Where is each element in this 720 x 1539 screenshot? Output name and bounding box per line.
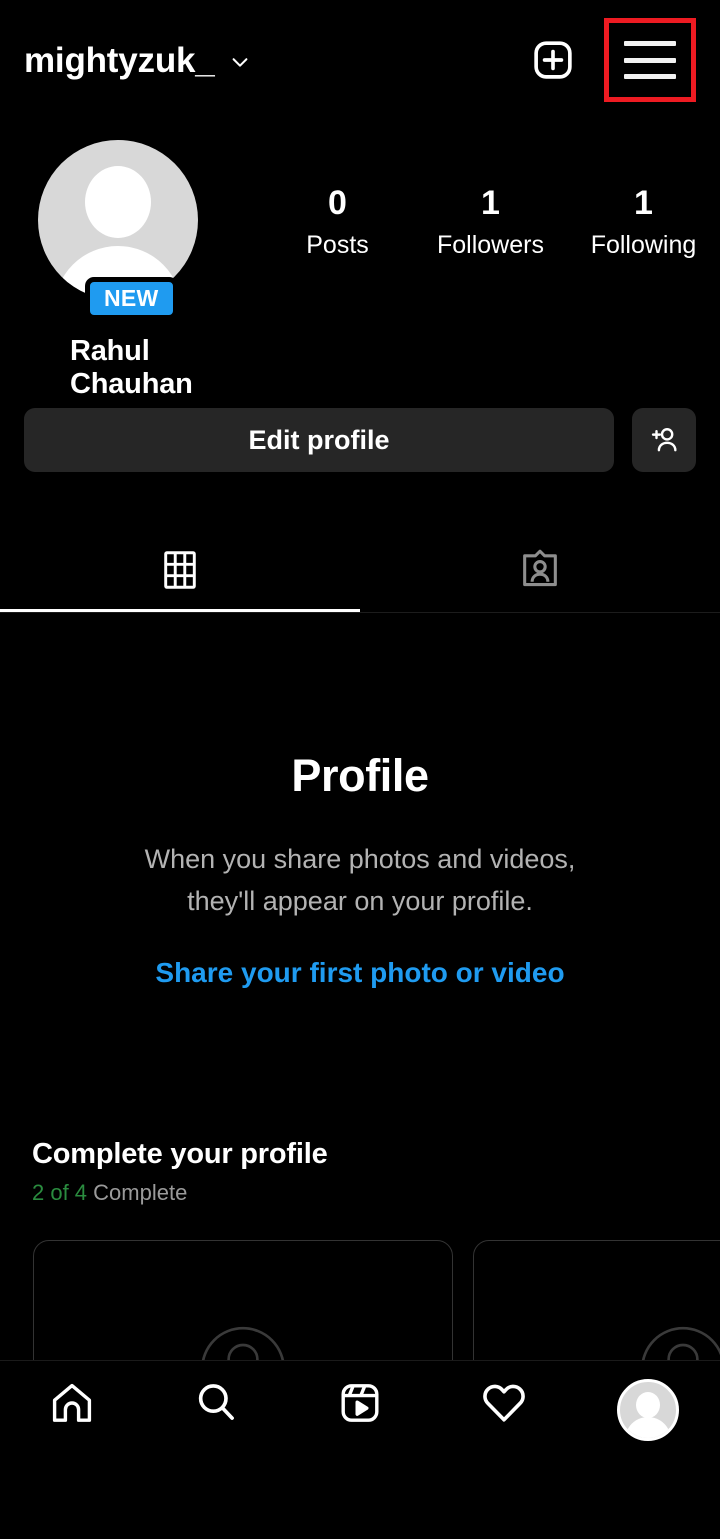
share-first-photo-link[interactable]: Share your first photo or video [155,957,564,989]
progress-word: Complete [93,1180,188,1205]
add-person-button[interactable] [632,408,696,472]
app-header: mightyzuk_ [0,0,720,120]
stat-followers-value: 1 [481,184,500,222]
nav-item-profile[interactable] [576,1379,720,1441]
chevron-down-icon[interactable] [229,51,251,73]
stat-followers[interactable]: 1 Followers [414,182,567,265]
nav-item-home[interactable] [0,1379,144,1427]
tabs-divider [0,612,720,613]
stat-following-label: Following [590,230,697,259]
empty-state-title: Profile [291,750,429,801]
account-switcher[interactable]: mightyzuk_ [24,43,251,78]
profile-actions: Edit profile [0,408,720,472]
tab-grid[interactable] [0,528,360,612]
profile-summary: NEW Rahul Chauhan 0 Posts 1 Followers 1 … [0,140,720,400]
empty-state-description: When you share photos and videos, they'l… [0,839,720,923]
empty-state-description-line2: they'll appear on your profile. [187,885,533,916]
stat-posts-value: 0 [328,184,347,222]
stat-posts-label: Posts [306,230,369,259]
nav-item-activity[interactable] [432,1379,576,1427]
nav-avatar-body [625,1417,671,1438]
instagram-profile-screen: mightyzuk_ NEW Rahul Chauhan 0 Posts 1 F… [0,0,720,1539]
complete-profile-section: Complete your profile 2 of 4 Complete [0,1138,720,1206]
plus-square-icon[interactable] [530,37,576,83]
profile-stats: 0 Posts 1 Followers 1 Following [261,182,720,265]
stat-posts[interactable]: 0 Posts [261,182,414,265]
avatar-block: NEW Rahul Chauhan [38,140,231,400]
display-name: Rahul Chauhan [70,335,193,400]
username-label: mightyzuk_ [24,40,215,80]
complete-profile-title: Complete your profile [32,1138,328,1170]
profile-tabs [0,528,720,612]
empty-state: Profile When you share photos and videos… [0,750,720,989]
stat-following[interactable]: 1 Following [567,182,720,265]
nav-item-reels[interactable] [288,1379,432,1427]
nav-avatar-head [636,1392,660,1418]
tab-tagged[interactable] [360,528,720,612]
stat-following-value: 1 [634,184,653,222]
edit-profile-button[interactable]: Edit profile [24,408,614,472]
avatar-head [85,166,151,238]
hamburger-menu-icon[interactable] [624,41,676,79]
complete-profile-progress: 2 of 4 Complete [32,1180,688,1206]
menu-highlight-box [604,18,696,102]
status-badge[interactable]: NEW [85,277,178,321]
nav-item-search[interactable] [144,1379,288,1425]
empty-state-description-line1: When you share photos and videos, [144,844,576,874]
bottom-navigation [0,1361,720,1539]
default-avatar-icon[interactable] [38,140,198,300]
header-actions [530,18,696,102]
progress-count: 2 of 4 [32,1180,88,1205]
stat-followers-label: Followers [437,230,544,259]
profile-avatar-icon[interactable] [617,1379,679,1441]
